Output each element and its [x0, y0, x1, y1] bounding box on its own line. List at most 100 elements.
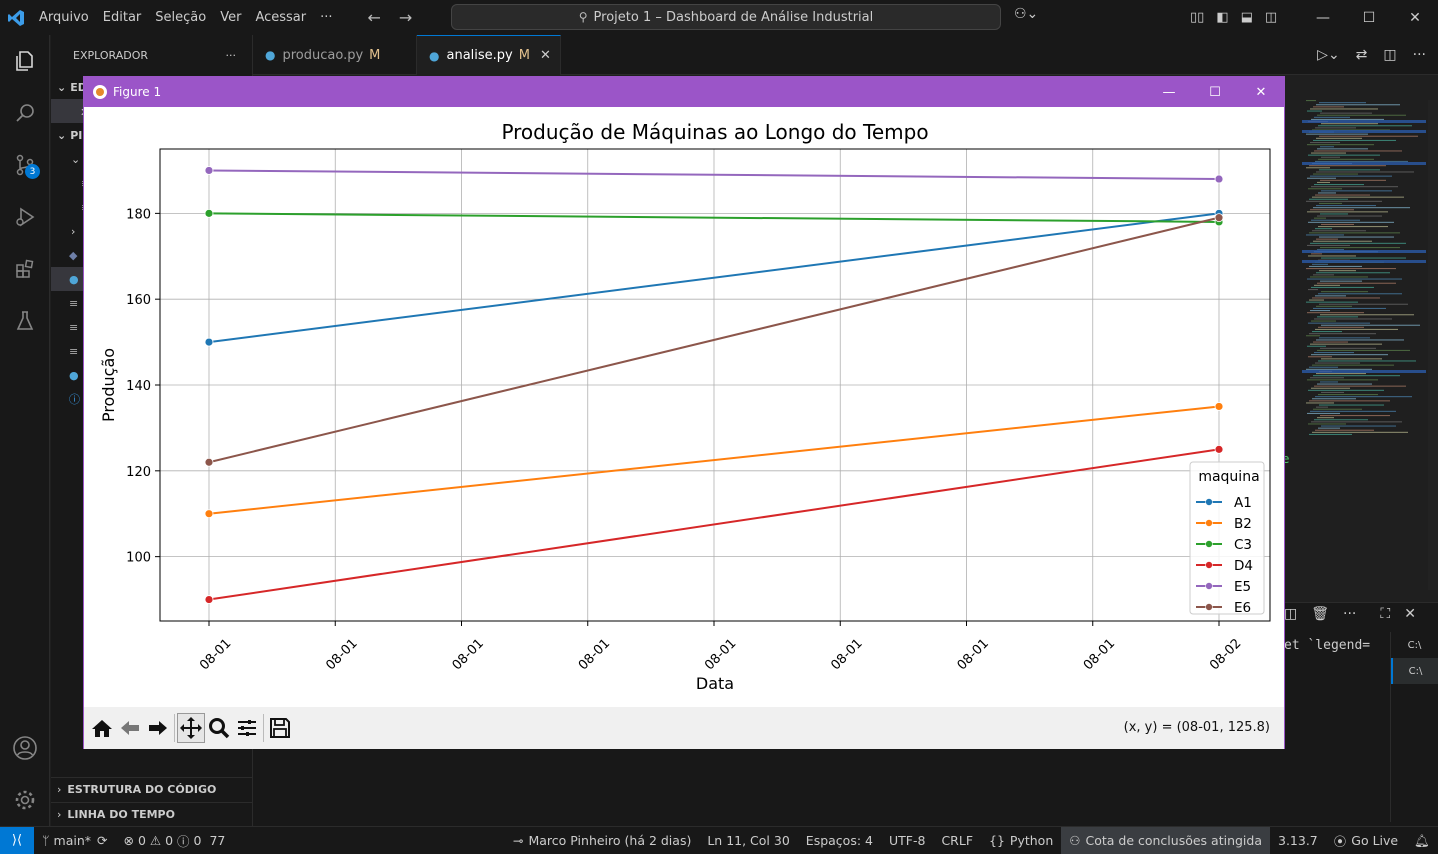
x-tick-label: 08-01 — [576, 636, 613, 673]
minimap-line — [1318, 394, 1378, 396]
copilot-quota-status[interactable]: ⚇ Cota de conclusões atingida — [1061, 827, 1270, 854]
chevron-right-icon: › — [57, 783, 62, 796]
back-arrow-icon[interactable]: ← — [368, 8, 381, 27]
activity-bar: 3 — [0, 35, 50, 826]
minimap-line — [1309, 433, 1352, 435]
toggle-secondary-sidebar-icon[interactable]: ◫ — [1265, 10, 1277, 25]
split-editor-icon[interactable]: ◫ — [1383, 47, 1396, 63]
toggle-panel-icon[interactable]: ⬓ — [1241, 10, 1253, 25]
close-tab-icon[interactable]: ✕ — [540, 48, 551, 63]
split-terminal-icon[interactable]: ◫ — [1284, 606, 1297, 622]
minimap-line — [1312, 431, 1408, 433]
minimap-line — [1318, 326, 1364, 328]
minimap-line — [1315, 328, 1398, 330]
minimize-icon[interactable]: — — [1300, 0, 1346, 35]
figure-close-icon[interactable]: ✕ — [1238, 77, 1284, 107]
outline-section[interactable]: › ESTRUTURA DO CÓDIGO — [51, 777, 253, 801]
minimap[interactable] — [1302, 100, 1430, 440]
minimap-line — [1321, 391, 1344, 393]
explorer-icon[interactable] — [0, 35, 50, 87]
minimap-line — [1310, 242, 1406, 244]
editor-scrollbar[interactable] — [1428, 100, 1438, 590]
branch-status[interactable]: ᛘ main* ⟳ — [34, 827, 115, 854]
customize-layout-icon[interactable]: ▯▯ — [1190, 10, 1204, 25]
kill-terminal-icon[interactable]: 🗑 — [1311, 606, 1329, 622]
project-label: PI — [70, 128, 83, 142]
git-branch-icon: ᛘ — [42, 833, 50, 848]
menu-more[interactable]: ··· — [313, 0, 339, 35]
minimap-line — [1320, 146, 1334, 148]
forward-icon[interactable] — [144, 713, 172, 743]
cursor-position[interactable]: Ln 11, Col 30 — [699, 827, 797, 854]
encoding[interactable]: UTF-8 — [881, 827, 933, 854]
eol[interactable]: CRLF — [933, 827, 981, 854]
y-tick-label: 180 — [126, 207, 151, 222]
maximize-panel-icon[interactable]: ⛶ — [1380, 606, 1390, 622]
legend-marker-A1 — [1205, 498, 1213, 506]
minimap-line — [1316, 205, 1376, 207]
testing-icon[interactable] — [0, 295, 50, 347]
notifications-bell-icon[interactable]: 🔔︎ — [1406, 827, 1438, 854]
close-panel-icon[interactable]: ✕ — [1404, 606, 1416, 622]
command-center[interactable]: ⚲ Projeto 1 – Dashboard de Análise Indus… — [451, 4, 1001, 30]
more-actions-icon[interactable]: ··· — [1413, 47, 1426, 63]
run-debug-icon[interactable] — [0, 191, 50, 243]
go-live-status[interactable]: ⦿ Go Live — [1326, 827, 1406, 854]
minimap-line — [1313, 207, 1410, 209]
toggle-sidebar-icon[interactable]: ◧ — [1216, 10, 1228, 25]
git-blame-status[interactable]: ⊸ Marco Pinheiro (há 2 dias) — [505, 827, 699, 854]
python-file-icon: ● — [429, 48, 440, 63]
minimap-line — [1314, 217, 1326, 219]
compare-changes-icon[interactable]: ⇄ — [1356, 47, 1368, 63]
problems-status[interactable]: ⊗ 0 ⚠ 0 ⓘ 0 77 — [115, 827, 233, 854]
minimap-line — [1319, 270, 1356, 272]
menu-ver[interactable]: Ver — [213, 0, 248, 35]
sidebar-more-icon[interactable]: ··· — [226, 49, 237, 62]
save-icon[interactable] — [266, 713, 294, 743]
plot-canvas[interactable]: 100 120 140 160 180 08-01 08-01 08-01 08-01 08-0… — [84, 107, 1284, 707]
figure-minimize-icon[interactable]: — — [1146, 77, 1192, 107]
menu-acessar[interactable]: Acessar — [248, 0, 313, 35]
info-icon: ⓘ — [177, 834, 190, 849]
configure-subplots-icon[interactable] — [233, 713, 261, 743]
extensions-icon[interactable] — [0, 243, 50, 295]
forward-arrow-icon[interactable]: → — [399, 8, 412, 27]
tab-analise[interactable]: ● analise.py M ✕ — [417, 35, 561, 75]
close-window-icon[interactable]: ✕ — [1392, 0, 1438, 35]
menu-arquivo[interactable]: Arquivo — [32, 0, 96, 35]
tab-producao[interactable]: ● producao.py M — [253, 35, 417, 75]
maximize-icon[interactable]: ☐ — [1346, 0, 1392, 35]
language-mode[interactable]: {} Python — [981, 827, 1061, 854]
menu-editar[interactable]: Editar — [96, 0, 149, 35]
indentation[interactable]: Espaços: 4 — [798, 827, 881, 854]
legend-label-E5: E5 — [1234, 579, 1251, 595]
timeline-section[interactable]: › LINHA DO TEMPO — [51, 802, 253, 826]
copilot-icon[interactable]: ⚇⌄ — [1014, 6, 1038, 22]
back-icon[interactable] — [116, 713, 144, 743]
minimap-line — [1311, 387, 1350, 389]
menu-selecao[interactable]: Seleção — [148, 0, 213, 35]
minimap-line — [1312, 364, 1394, 366]
account-icon[interactable] — [0, 722, 50, 774]
data-point-D4 — [1214, 444, 1224, 454]
terminal-output[interactable]: et `legend= — [1284, 638, 1370, 653]
terminal-instance-icon[interactable]: C:\ — [1391, 658, 1438, 684]
minimap-line — [1310, 209, 1354, 211]
source-control-icon[interactable]: 3 — [0, 139, 50, 191]
remote-icon[interactable]: ⟩⟨ — [0, 827, 34, 854]
pan-icon[interactable] — [177, 713, 205, 743]
terminal-instance-icon[interactable]: C:\ — [1391, 632, 1438, 658]
matplotlib-figure-window: Figure 1 — ☐ ✕ 100 120 140 160 180 08-01 08-0… — [83, 76, 1285, 749]
figure-title-bar[interactable]: Figure 1 — ☐ ✕ — [84, 77, 1284, 107]
python-version[interactable]: 3.13.7 — [1270, 827, 1326, 854]
panel-more-icon[interactable]: ··· — [1343, 606, 1356, 622]
minimap-line — [1314, 419, 1368, 421]
run-python-icon[interactable]: ▷⌄ — [1317, 47, 1340, 63]
search-icon[interactable] — [0, 87, 50, 139]
home-icon[interactable] — [88, 713, 116, 743]
settings-gear-icon[interactable] — [0, 774, 50, 826]
figure-maximize-icon[interactable]: ☐ — [1192, 77, 1238, 107]
chevron-down-icon: ⌄ — [71, 152, 81, 166]
zoom-icon[interactable] — [205, 713, 233, 743]
minimap-line — [1310, 142, 1340, 144]
